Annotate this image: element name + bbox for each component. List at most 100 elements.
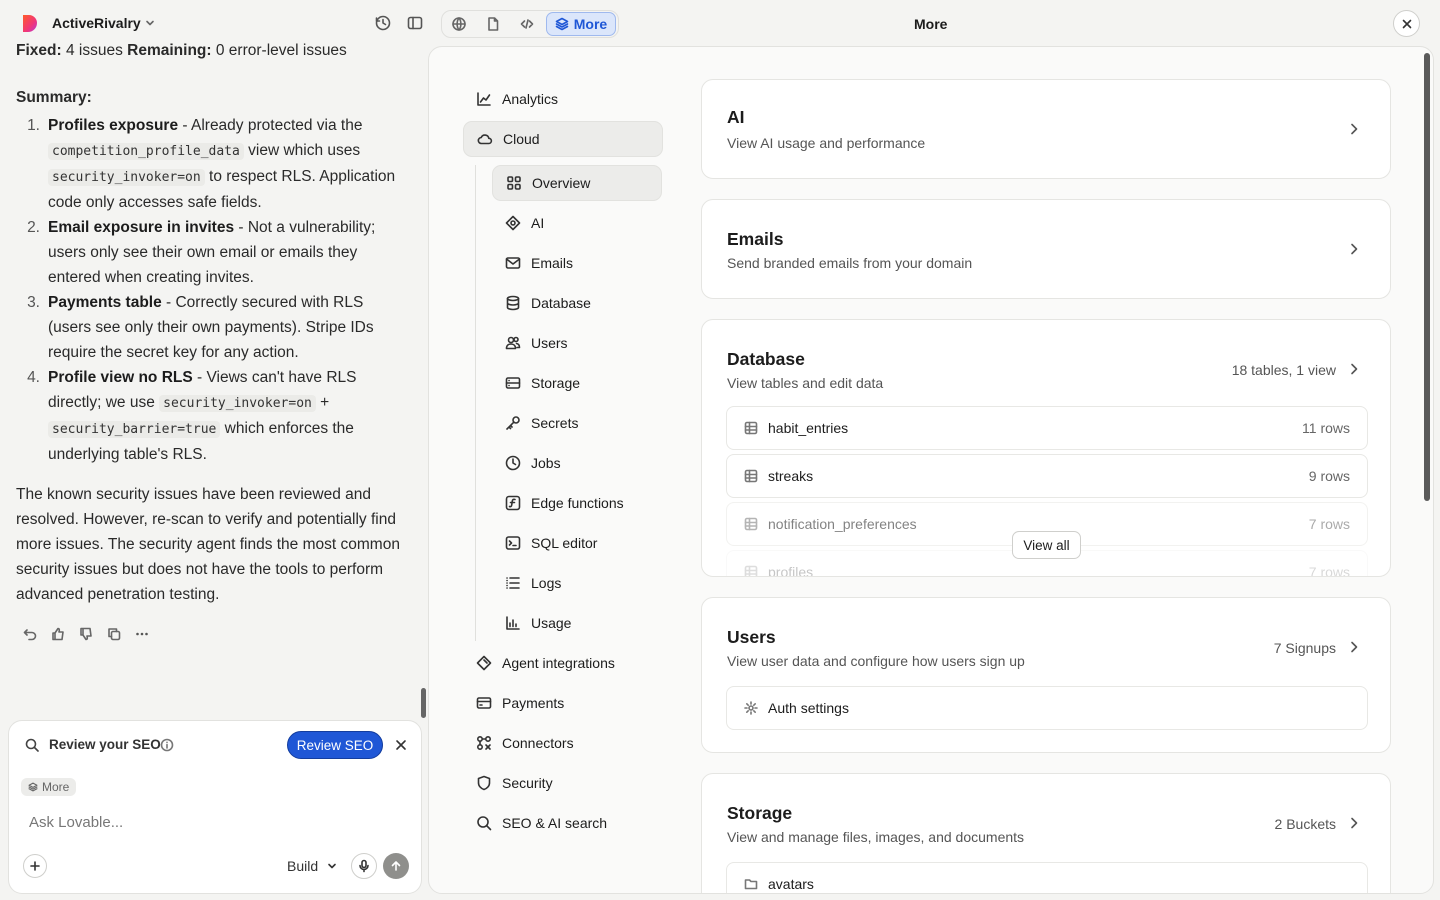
sidebar-item-label: Overview [532, 175, 591, 191]
table-name: habit_entries [768, 420, 849, 436]
list-number: 3. [27, 294, 40, 311]
undo-icon[interactable] [22, 626, 38, 642]
sidebar-toggle-icon[interactable] [406, 14, 424, 32]
sidebar-item-usage[interactable]: Usage [492, 605, 662, 641]
table-icon [744, 469, 758, 483]
sidebar-item-label: Cloud [503, 131, 540, 147]
sidebar-item-cloud[interactable]: Cloud [463, 121, 663, 157]
voice-input-button[interactable] [351, 853, 377, 879]
tab-preview[interactable] [444, 12, 474, 36]
tab-code[interactable] [512, 12, 542, 36]
table-row[interactable]: habit_entries 11 rows [726, 406, 1368, 450]
layers-icon [28, 782, 38, 792]
sidebar-item-storage[interactable]: Storage [492, 365, 662, 401]
chevron-right-icon[interactable] [1348, 816, 1360, 830]
search-icon [25, 738, 39, 752]
list-item: 1. Profiles exposure - Already protected… [16, 113, 408, 215]
table-name: notification_preferences [768, 516, 917, 532]
message-actions [22, 626, 150, 642]
clock-icon [505, 455, 521, 471]
chevron-right-icon[interactable] [1348, 640, 1360, 654]
copy-icon[interactable] [106, 626, 122, 642]
chat-input[interactable]: Ask Lovable... [29, 814, 123, 831]
dismiss-seo-icon[interactable] [395, 739, 407, 751]
sidebar-item-secrets[interactable]: Secrets [492, 405, 662, 441]
summary-list: 1. Profiles exposure - Already protected… [16, 113, 408, 467]
chart-line-icon [477, 92, 491, 106]
list-item-title: Email exposure in invites [48, 219, 235, 236]
panel-scrollbar[interactable] [1424, 53, 1430, 501]
search-icon [477, 816, 492, 831]
card-description: View and manage files, images, and docum… [727, 829, 1025, 845]
project-name[interactable]: ActiveRivalry [52, 15, 141, 31]
history-icon[interactable] [374, 14, 392, 32]
chevron-right-icon[interactable] [1348, 362, 1360, 376]
sidebar-item-ai[interactable]: AI [492, 205, 662, 241]
bucket-count[interactable]: 2 Buckets [1275, 816, 1336, 832]
ai-card[interactable]: AI View AI usage and performance [701, 79, 1391, 179]
inline-code: security_invoker=on [48, 169, 205, 186]
closing-paragraph: The known security issues have been revi… [16, 486, 400, 603]
sidebar-item-overview[interactable]: Overview [492, 165, 662, 201]
sidebar-item-connectors[interactable]: Connectors [463, 725, 663, 761]
lovable-logo-icon[interactable] [20, 14, 40, 34]
thumbs-down-icon[interactable] [78, 626, 94, 642]
chevron-down-icon[interactable] [144, 17, 156, 29]
sidebar-item-analytics[interactable]: Analytics [463, 81, 663, 117]
storage-icon [505, 377, 521, 389]
view-all-tables-button[interactable]: View all [1012, 531, 1081, 559]
sidebar-item-label: Connectors [502, 735, 574, 751]
table-row[interactable]: streaks 9 rows [726, 454, 1368, 498]
code-icon [520, 19, 534, 29]
list-item-text: - Already protected via the [178, 117, 363, 134]
sidebar-item-label: Secrets [531, 415, 579, 431]
sidebar-item-emails[interactable]: Emails [492, 245, 662, 281]
signup-count[interactable]: 7 Signups [1274, 640, 1336, 656]
mode-select[interactable]: Build [287, 858, 338, 874]
mode-select-value: Build [287, 858, 319, 874]
sidebar-item-edge-functions[interactable]: Edge functions [492, 485, 662, 521]
sidebar-item-jobs[interactable]: Jobs [492, 445, 662, 481]
emails-card[interactable]: Emails Send branded emails from your dom… [701, 199, 1391, 299]
review-seo-button[interactable]: Review SEO [287, 731, 383, 759]
seo-suggestion-label: Review your SEO [49, 737, 161, 752]
chat-resize-handle[interactable] [421, 688, 426, 718]
table-count[interactable]: 18 tables, 1 view [1232, 362, 1336, 378]
sidebar-item-agent-integrations[interactable]: Agent integrations [463, 645, 663, 681]
card-title[interactable]: Database [727, 349, 805, 370]
summary-heading: Summary: [16, 89, 92, 106]
send-button[interactable] [383, 853, 409, 879]
add-attachment-button[interactable] [23, 854, 47, 878]
sidebar-item-logs[interactable]: Logs [492, 565, 662, 601]
chevron-right-icon [1348, 122, 1360, 136]
sidebar-item-payments[interactable]: Payments [463, 685, 663, 721]
status-line: Fixed: 4 issues Remaining: 0 error-level… [16, 40, 408, 63]
fixed-value: 4 issues [65, 42, 123, 59]
sidebar-item-label: Edge functions [531, 495, 624, 511]
sidebar-item-label: Agent integrations [502, 655, 615, 671]
database-icon [506, 295, 520, 311]
list-number: 1. [27, 117, 40, 134]
more-options-icon[interactable] [134, 626, 150, 642]
list-item-text: + [315, 394, 330, 411]
tab-more[interactable]: More [546, 12, 616, 36]
sidebar-item-sql-editor[interactable]: SQL editor [492, 525, 662, 561]
list-item: 2. Email exposure in invites - Not a vul… [16, 215, 408, 290]
folder-icon [744, 879, 758, 890]
info-icon[interactable] [160, 738, 174, 752]
card-title[interactable]: Users [727, 627, 776, 648]
card-title[interactable]: Storage [727, 803, 792, 824]
sidebar-item-security[interactable]: Security [463, 765, 663, 801]
sidebar-item-database[interactable]: Database [492, 285, 662, 321]
auth-settings-row[interactable]: Auth settings [726, 686, 1368, 730]
sidebar-item-label: SQL editor [531, 535, 598, 551]
tab-files[interactable] [478, 12, 508, 36]
close-panel-button[interactable] [1393, 10, 1420, 37]
bucket-row[interactable]: avatars [726, 862, 1368, 893]
list-number: 2. [27, 219, 40, 236]
sidebar-item-users[interactable]: Users [492, 325, 662, 361]
thumbs-up-icon[interactable] [50, 626, 66, 642]
context-chip[interactable]: More [21, 778, 77, 796]
sidebar-item-seo-ai-search[interactable]: SEO & AI search [463, 805, 663, 841]
cloud-icon [477, 134, 493, 145]
